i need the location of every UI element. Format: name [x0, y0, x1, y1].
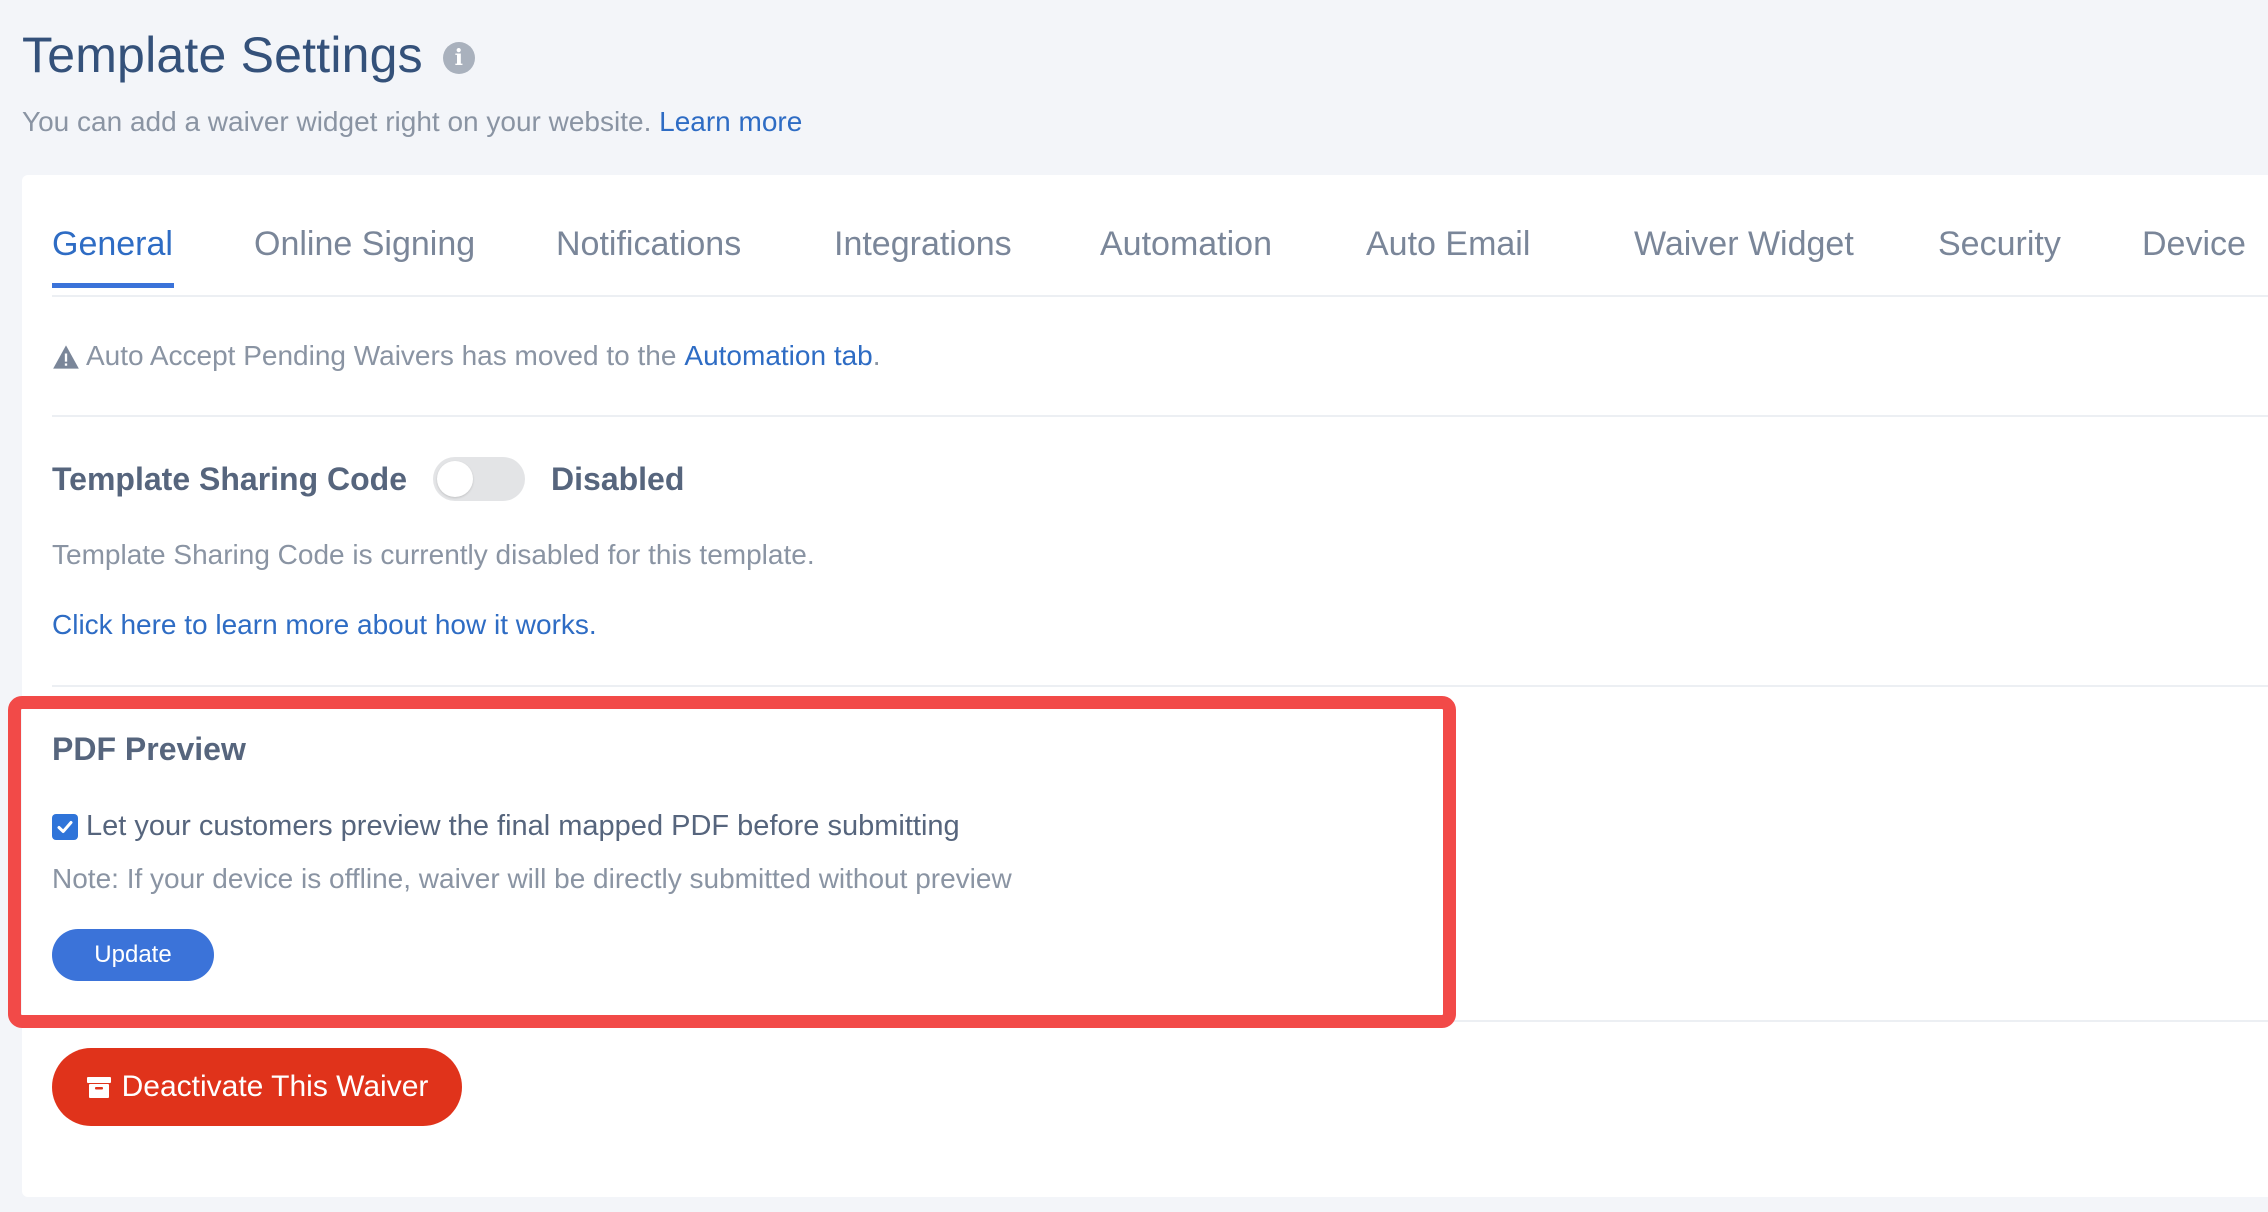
automation-notice: Auto Accept Pending Waivers has moved to… — [52, 340, 881, 372]
deactivate-waiver-button[interactable]: Deactivate This Waiver — [52, 1048, 462, 1126]
pdf-preview-checkbox[interactable] — [52, 813, 78, 840]
notice-text: Auto Accept Pending Waivers has moved to… — [86, 340, 677, 371]
pdf-preview-title: PDF Preview — [52, 731, 246, 767]
toggle-knob — [437, 461, 474, 497]
learn-more-link[interactable]: Learn more — [659, 106, 802, 137]
tab-waiver-widget[interactable]: Waiver Widget — [1634, 225, 1854, 264]
divider — [52, 1020, 2268, 1022]
pdf-preview-note: Note: If your device is offline, waiver … — [52, 863, 1012, 894]
template-sharing-description: Template Sharing Code is currently disab… — [52, 539, 815, 570]
info-icon[interactable]: i — [442, 42, 475, 74]
active-tab-indicator — [52, 283, 174, 288]
tab-security[interactable]: Security — [1938, 225, 2061, 264]
page-title-text: Template Settings — [22, 27, 423, 83]
template-sharing-toggle[interactable] — [433, 457, 526, 501]
tab-device[interactable]: Device — [2142, 225, 2246, 264]
toggle-state-label: Disabled — [551, 460, 685, 497]
page-subtitle: You can add a waiver widget right on you… — [22, 106, 802, 138]
tab-auto-email[interactable]: Auto Email — [1366, 225, 1530, 264]
checkmark-icon — [57, 820, 73, 833]
automation-tab-link[interactable]: Automation tab — [684, 340, 872, 372]
tab-automation[interactable]: Automation — [1100, 225, 1272, 264]
settings-tabs: General Online Signing Notifications Int… — [52, 175, 2268, 297]
warning-icon — [53, 345, 79, 369]
pdf-preview-option: Let your customers preview the final map… — [52, 810, 960, 843]
divider — [52, 415, 2268, 417]
pdf-preview-checkbox-label: Let your customers preview the final map… — [86, 810, 960, 842]
tab-online-signing[interactable]: Online Signing — [254, 225, 475, 264]
subtitle-text: You can add a waiver widget right on you… — [22, 106, 652, 137]
template-sharing-row: Template Sharing Code Disabled — [52, 457, 684, 501]
update-button[interactable]: Update — [52, 929, 214, 981]
settings-card: General Online Signing Notifications Int… — [22, 175, 2268, 1197]
archive-icon — [86, 1077, 111, 1098]
page-title: Template Settings i — [22, 26, 475, 84]
deactivate-label: Deactivate This Waiver — [121, 1070, 429, 1103]
tab-integrations[interactable]: Integrations — [834, 225, 1012, 264]
template-sharing-title: Template Sharing Code — [52, 460, 408, 497]
divider — [52, 685, 2268, 687]
notice-suffix: . — [872, 340, 881, 371]
tab-general[interactable]: General — [52, 225, 173, 264]
learn-how-it-works-link[interactable]: Click here to learn more about how it wo… — [52, 609, 597, 641]
tab-notifications[interactable]: Notifications — [556, 225, 741, 264]
